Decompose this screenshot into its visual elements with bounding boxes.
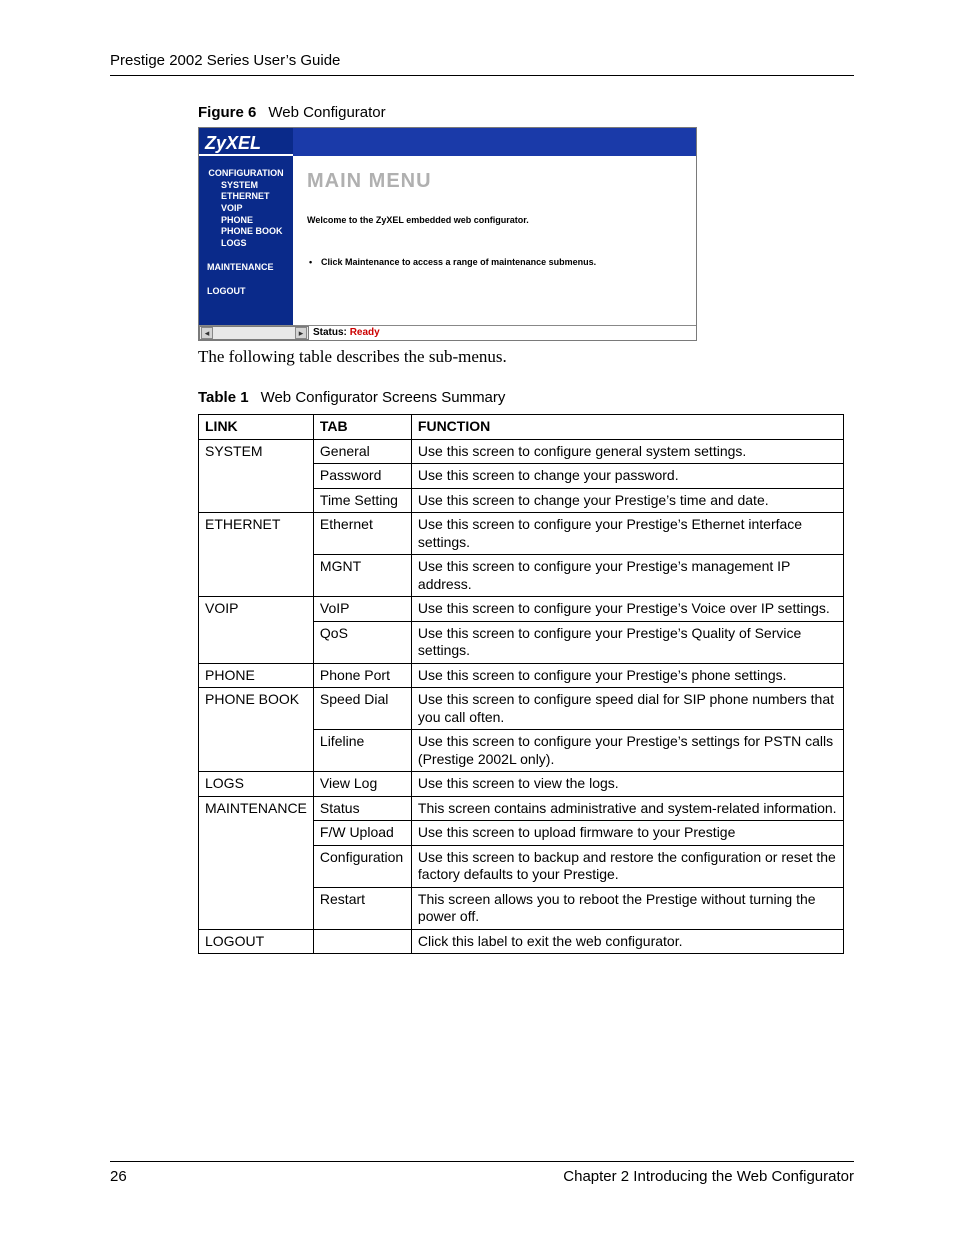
cell-function: Use this screen to configure your Presti… bbox=[411, 555, 843, 597]
main-menu-bullet: Click Maintenance to access a range of m… bbox=[307, 257, 682, 267]
cell-function: This screen allows you to reboot the Pre… bbox=[411, 887, 843, 929]
cell-function: Use this screen to configure your Presti… bbox=[411, 597, 843, 622]
chapter-title: Chapter 2 Introducing the Web Configurat… bbox=[563, 1168, 854, 1185]
th-function: FUNCTION bbox=[411, 415, 843, 440]
cell-function: Use this screen to configure your Presti… bbox=[411, 513, 843, 555]
cell-link: LOGS bbox=[199, 772, 314, 797]
table-screens-summary: LINK TAB FUNCTION SYSTEMGeneralUse this … bbox=[198, 414, 844, 954]
table-row: LOGOUT Click this label to exit the web c… bbox=[199, 929, 844, 954]
cell-function: Use this screen to configure your Presti… bbox=[411, 663, 843, 688]
cell-tab: View Log bbox=[313, 772, 411, 797]
cell-link: PHONE BOOK bbox=[199, 688, 314, 772]
cell-tab: Time Setting bbox=[313, 488, 411, 513]
figure-sidebar: ZyXEL CONFIGURATION SYSTEM ETHERNET VOIP… bbox=[199, 128, 293, 325]
table-caption: Table 1 Web Configurator Screens Summary bbox=[198, 389, 854, 406]
sidebar-item-logs[interactable]: LOGS bbox=[199, 238, 293, 250]
sidebar-item-phone-book[interactable]: PHONE BOOK bbox=[199, 226, 293, 238]
cell-link: ETHERNET bbox=[199, 513, 314, 597]
sidebar-item-system[interactable]: SYSTEM bbox=[199, 180, 293, 192]
table-row: SYSTEMGeneralUse this screen to configur… bbox=[199, 439, 844, 464]
status-label: Status: bbox=[313, 327, 347, 338]
cell-link: SYSTEM bbox=[199, 439, 314, 513]
th-tab: TAB bbox=[313, 415, 411, 440]
page-footer: 26 Chapter 2 Introducing the Web Configu… bbox=[110, 1161, 854, 1185]
cell-tab: Status bbox=[313, 796, 411, 821]
cell-function: Use this screen to configure general sys… bbox=[411, 439, 843, 464]
figure-label: Figure 6 bbox=[198, 104, 256, 121]
main-menu-welcome: Welcome to the ZyXEL embedded web config… bbox=[307, 215, 682, 225]
figure-caption: Figure 6 Web Configurator bbox=[198, 104, 854, 121]
figure-title: Web Configurator bbox=[268, 104, 385, 121]
table-row: VOIPVoIPUse this screen to configure you… bbox=[199, 597, 844, 622]
figure-banner bbox=[293, 128, 696, 156]
main-menu-heading: MAIN MENU bbox=[307, 170, 682, 193]
horizontal-scrollbar[interactable]: ◂ ▸ bbox=[199, 326, 309, 340]
cell-function: Use this screen to configure your Presti… bbox=[411, 730, 843, 772]
sidebar-maintenance[interactable]: MAINTENANCE bbox=[199, 262, 293, 274]
table-row: MAINTENANCEStatusThis screen contains ad… bbox=[199, 796, 844, 821]
cell-link: VOIP bbox=[199, 597, 314, 664]
cell-function: Use this screen to configure speed dial … bbox=[411, 688, 843, 730]
cell-tab: Lifeline bbox=[313, 730, 411, 772]
sidebar-item-ethernet[interactable]: ETHERNET bbox=[199, 191, 293, 203]
table-row: PHONE BOOKSpeed DialUse this screen to c… bbox=[199, 688, 844, 730]
table-row: LOGSView LogUse this screen to view the … bbox=[199, 772, 844, 797]
table-row: ETHERNETEthernetUse this screen to confi… bbox=[199, 513, 844, 555]
cell-tab: Password bbox=[313, 464, 411, 489]
cell-function: Use this screen to change your password. bbox=[411, 464, 843, 489]
cell-function: Use this screen to view the logs. bbox=[411, 772, 843, 797]
th-link: LINK bbox=[199, 415, 314, 440]
cell-function: Use this screen to upload firmware to yo… bbox=[411, 821, 843, 846]
cell-function: Use this screen to backup and restore th… bbox=[411, 845, 843, 887]
cell-tab: Speed Dial bbox=[313, 688, 411, 730]
sidebar-item-voip[interactable]: VOIP bbox=[199, 203, 293, 215]
cell-link: MAINTENANCE bbox=[199, 796, 314, 929]
table-title: Web Configurator Screens Summary bbox=[261, 389, 506, 406]
cell-tab: Ethernet bbox=[313, 513, 411, 555]
sidebar-configuration[interactable]: CONFIGURATION bbox=[199, 168, 293, 180]
logo-zyxel: ZyXEL bbox=[199, 134, 293, 156]
cell-tab bbox=[313, 929, 411, 954]
page-number: 26 bbox=[110, 1168, 127, 1185]
figure-status-bar: ◂ ▸ Status: Ready bbox=[199, 325, 696, 340]
sidebar-item-phone[interactable]: PHONE bbox=[199, 215, 293, 227]
paragraph-after-figure: The following table describes the sub-me… bbox=[198, 347, 854, 367]
cell-tab: VoIP bbox=[313, 597, 411, 622]
scroll-left-icon[interactable]: ◂ bbox=[201, 327, 213, 339]
running-header: Prestige 2002 Series User’s Guide bbox=[110, 52, 854, 76]
figure-web-configurator: ZyXEL CONFIGURATION SYSTEM ETHERNET VOIP… bbox=[198, 127, 697, 341]
cell-function: Use this screen to change your Prestige’… bbox=[411, 488, 843, 513]
cell-link: LOGOUT bbox=[199, 929, 314, 954]
status-value: Ready bbox=[350, 327, 380, 338]
scroll-right-icon[interactable]: ▸ bbox=[295, 327, 307, 339]
table-label: Table 1 bbox=[198, 389, 249, 406]
cell-tab: QoS bbox=[313, 621, 411, 663]
sidebar-logout[interactable]: LOGOUT bbox=[199, 286, 293, 298]
cell-tab: F/W Upload bbox=[313, 821, 411, 846]
cell-tab: Restart bbox=[313, 887, 411, 929]
cell-function: Use this screen to configure your Presti… bbox=[411, 621, 843, 663]
cell-function: This screen contains administrative and … bbox=[411, 796, 843, 821]
cell-tab: General bbox=[313, 439, 411, 464]
cell-function: Click this label to exit the web configu… bbox=[411, 929, 843, 954]
cell-tab: Configuration bbox=[313, 845, 411, 887]
cell-tab: MGNT bbox=[313, 555, 411, 597]
cell-link: PHONE bbox=[199, 663, 314, 688]
cell-tab: Phone Port bbox=[313, 663, 411, 688]
table-row: PHONEPhone PortUse this screen to config… bbox=[199, 663, 844, 688]
